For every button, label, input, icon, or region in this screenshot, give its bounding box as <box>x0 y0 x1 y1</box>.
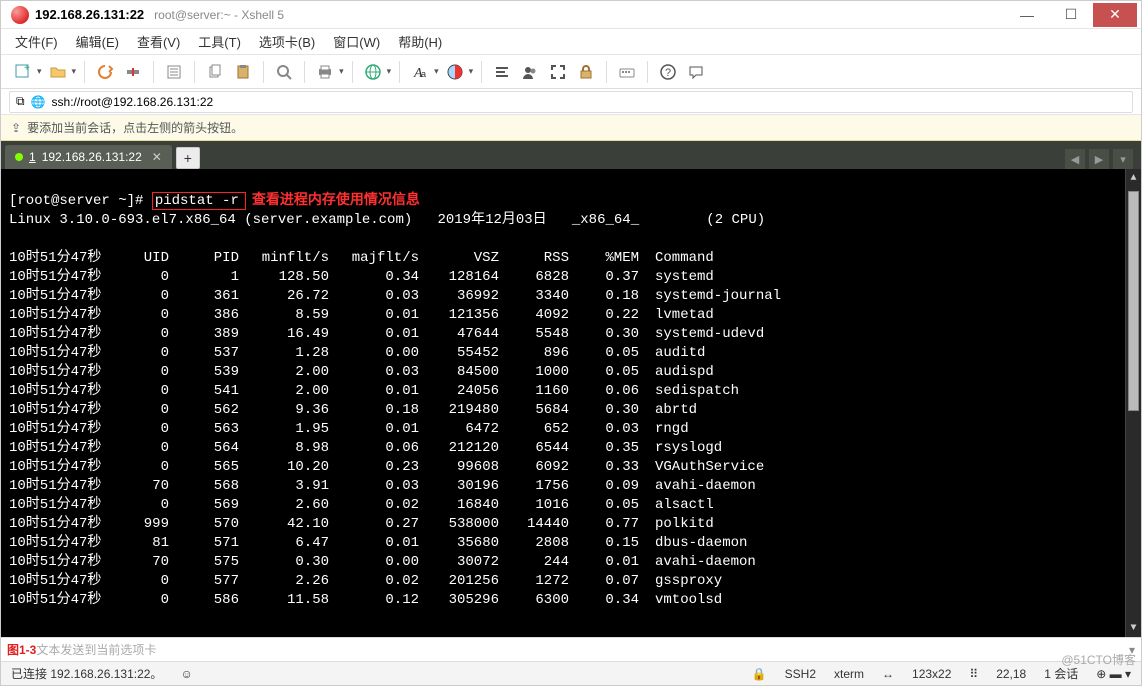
scroll-down-icon[interactable]: ▼ <box>1126 619 1141 637</box>
find-icon[interactable] <box>272 60 296 84</box>
keyboard-icon[interactable] <box>615 60 639 84</box>
status-smiley-icon: ☺ <box>180 667 192 681</box>
svg-text:?: ? <box>665 67 671 79</box>
figure-label: 图1-3 <box>7 641 36 658</box>
status-sessions: 1 会话 <box>1044 665 1078 682</box>
svg-text:+: + <box>24 63 30 74</box>
status-size-icon: ↔ <box>882 667 894 681</box>
svg-text:a: a <box>421 69 426 79</box>
hint-text: 要添加当前会话，点击左侧的箭头按钮。 <box>27 119 243 136</box>
new-session-icon[interactable]: + <box>11 60 35 84</box>
address-bar: ⧉ 🌐 ssh://root@192.168.26.131:22 <box>1 89 1141 115</box>
status-connected: 已连接 192.168.26.131:22。 <box>11 665 162 682</box>
session-tab-label: 192.168.26.131:22 <box>42 150 142 164</box>
color-icon[interactable] <box>443 60 467 84</box>
scroll-thumb[interactable] <box>1128 191 1139 411</box>
menu-window[interactable]: 窗口(W) <box>333 32 380 51</box>
reconnect-icon[interactable] <box>93 60 117 84</box>
session-tab-strip: 1 192.168.26.131:22 ✕ + ◀ ▶ ▾ <box>1 141 1141 169</box>
tab-scroll-right-icon[interactable]: ▶ <box>1089 149 1109 169</box>
close-button[interactable]: ✕ <box>1093 3 1137 27</box>
disconnect-icon[interactable] <box>121 60 145 84</box>
send-bar[interactable]: 图1-3 文本发送到当前选项卡 ▾ <box>1 637 1141 661</box>
status-extra-icon[interactable]: ⊕ ▬ ▾ <box>1096 667 1131 681</box>
status-pos: 22,18 <box>996 667 1026 681</box>
send-bar-dropdown-icon[interactable]: ▾ <box>1129 643 1135 657</box>
session-status-icon <box>15 153 23 161</box>
session-tab-close-icon[interactable]: ✕ <box>152 150 162 164</box>
address-input[interactable]: ⧉ 🌐 ssh://root@192.168.26.131:22 <box>9 91 1133 113</box>
copy-icon[interactable] <box>203 60 227 84</box>
chat-icon[interactable] <box>684 60 708 84</box>
status-ssh: SSH2 <box>785 667 816 681</box>
scroll-up-icon[interactable]: ▲ <box>1126 169 1141 187</box>
font-icon[interactable]: Aa <box>408 60 432 84</box>
terminal-scrollbar[interactable]: ▲ ▼ <box>1125 169 1141 637</box>
users-icon[interactable] <box>518 60 542 84</box>
globe-icon[interactable] <box>361 60 385 84</box>
status-lock-icon: 🔒 <box>752 667 767 681</box>
hint-bar: ⇪ 要添加当前会话，点击左侧的箭头按钮。 <box>1 115 1141 141</box>
align-icon[interactable] <box>490 60 514 84</box>
toolbar: +▾ ▾ ▾ ▾ Aa▾ ▾ ? <box>1 55 1141 89</box>
session-tab[interactable]: 1 192.168.26.131:22 ✕ <box>5 145 172 169</box>
address-history-icon[interactable]: ⧉ <box>16 94 25 109</box>
properties-icon[interactable] <box>162 60 186 84</box>
fullscreen-icon[interactable] <box>546 60 570 84</box>
window-tab-title: 192.168.26.131:22 <box>35 7 144 22</box>
maximize-button[interactable]: ☐ <box>1049 3 1093 27</box>
menu-help[interactable]: 帮助(H) <box>398 32 442 51</box>
menu-bar: 文件(F) 编辑(E) 查看(V) 工具(T) 选项卡(B) 窗口(W) 帮助(… <box>1 29 1141 55</box>
paste-icon[interactable] <box>231 60 255 84</box>
menu-tools[interactable]: 工具(T) <box>198 32 241 51</box>
terminal[interactable]: [root@server ~]# pidstat -r查看进程内存使用情况信息 … <box>1 169 1141 637</box>
menu-file[interactable]: 文件(F) <box>15 32 58 51</box>
address-url: ssh://root@192.168.26.131:22 <box>52 95 214 109</box>
help-icon[interactable]: ? <box>656 60 680 84</box>
minimize-button[interactable]: — <box>1005 3 1049 27</box>
window-sub-title: root@server:~ - Xshell 5 <box>154 8 284 22</box>
session-tab-index: 1 <box>29 150 36 164</box>
menu-view[interactable]: 查看(V) <box>137 32 180 51</box>
status-bar: 已连接 192.168.26.131:22。 ☺ 🔒 SSH2 xterm ↔ … <box>1 661 1141 685</box>
send-bar-hint: 文本发送到当前选项卡 <box>36 641 156 658</box>
address-globe-icon: 🌐 <box>31 95 46 109</box>
lock-icon[interactable] <box>574 60 598 84</box>
status-pos-icon: ⠿ <box>969 667 978 681</box>
tab-list-icon[interactable]: ▾ <box>1113 149 1133 169</box>
open-folder-icon[interactable] <box>46 60 70 84</box>
title-bar: 192.168.26.131:22 root@server:~ - Xshell… <box>1 1 1141 29</box>
menu-tabs[interactable]: 选项卡(B) <box>259 32 315 51</box>
status-term: xterm <box>834 667 864 681</box>
tab-scroll-left-icon[interactable]: ◀ <box>1065 149 1085 169</box>
status-size: 123x22 <box>912 667 951 681</box>
menu-edit[interactable]: 编辑(E) <box>76 32 119 51</box>
add-session-tab-button[interactable]: + <box>176 147 200 169</box>
print-icon[interactable] <box>313 60 337 84</box>
app-logo-icon <box>11 6 29 24</box>
hint-add-icon[interactable]: ⇪ <box>11 121 21 135</box>
